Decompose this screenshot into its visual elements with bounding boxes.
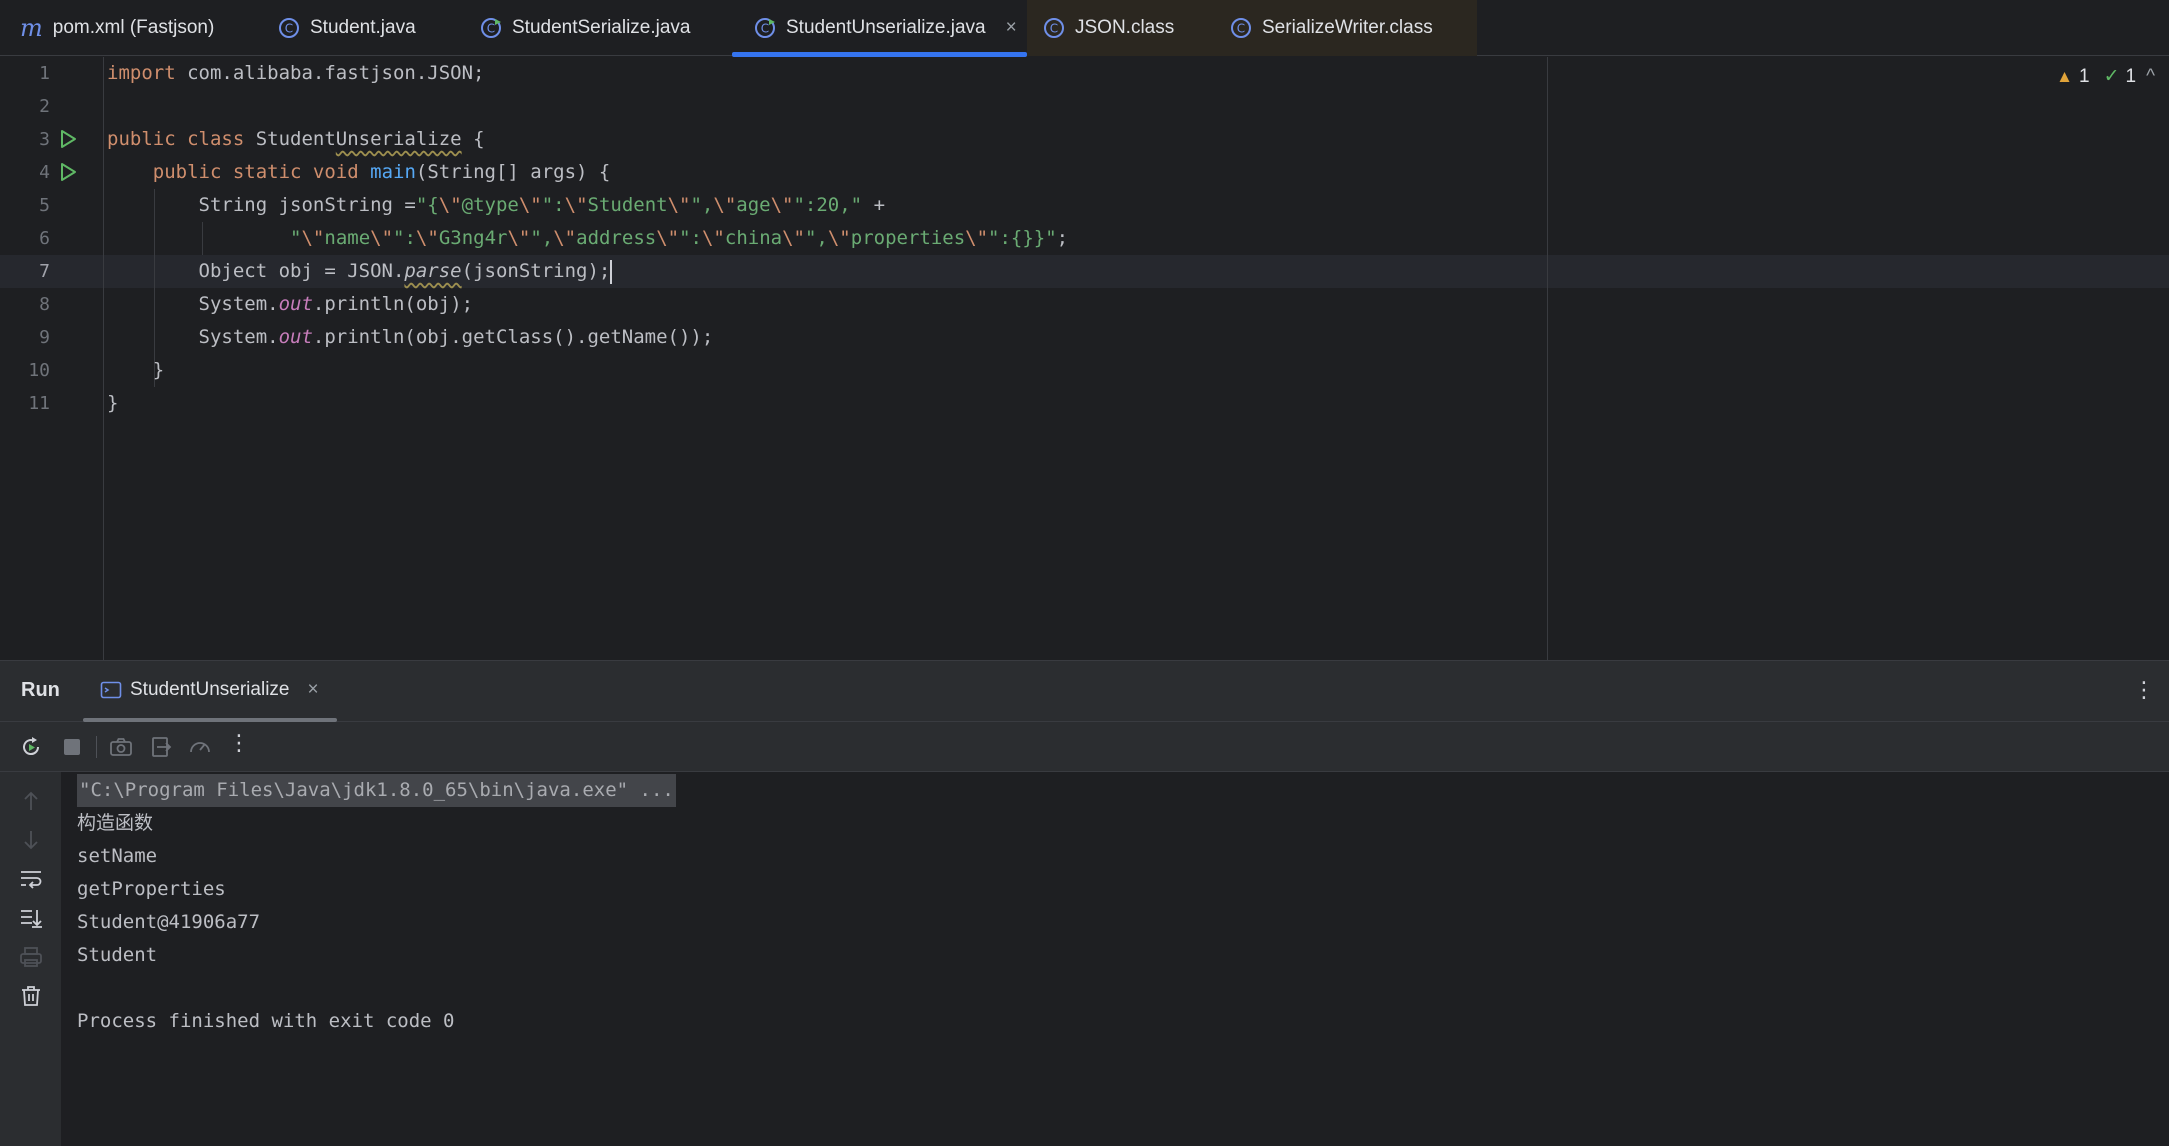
editor-tab-bar: m pom.xml (Fastjson) C Student.java C St…: [0, 0, 2169, 57]
text-caret: [610, 259, 613, 284]
class-icon: C: [279, 18, 299, 38]
tab-student-java[interactable]: C Student.java: [264, 0, 464, 56]
arrow-up-icon[interactable]: [18, 788, 44, 814]
tab-serializewriter-class[interactable]: C SerializeWriter.class: [1212, 0, 1477, 56]
right-margin-guide: [1547, 57, 1548, 660]
trash-icon[interactable]: [18, 983, 44, 1009]
code-line-4: public static void main(String[] args) {: [152, 161, 611, 183]
soft-wrap-icon[interactable]: [18, 866, 44, 892]
more-actions-icon[interactable]: ⋮: [228, 730, 250, 756]
code-line-6: "\"name\"":\"G3ng4r\"",\"address\"":\"ch…: [290, 227, 1069, 249]
line-number: 2: [39, 96, 50, 117]
line-number: 3: [39, 129, 50, 150]
tab-pom-xml[interactable]: m pom.xml (Fastjson): [0, 0, 264, 56]
tab-studentunserialize-java[interactable]: C StudentUnserialize.java ×: [732, 0, 1027, 57]
code-line-3: public class StudentUnserialize {: [107, 128, 485, 150]
tab-json-class[interactable]: C JSON.class: [1027, 0, 1212, 56]
console-line: 构造函数: [77, 812, 154, 834]
rerun-icon[interactable]: [18, 734, 44, 760]
exit-icon[interactable]: [148, 734, 174, 760]
line-number: 11: [28, 393, 50, 414]
svg-text:C: C: [761, 22, 769, 36]
svg-text:C: C: [1237, 22, 1245, 36]
compiled-class-icon: C: [1044, 18, 1064, 38]
more-options-icon[interactable]: ⋮: [2133, 677, 2155, 703]
line-number: 6: [39, 228, 50, 249]
run-side-toolbar: [0, 772, 61, 1146]
tab-label: StudentUnserialize.java: [786, 17, 986, 38]
code-line-5: String jsonString ="{\"@type\"":\"Studen…: [198, 194, 886, 216]
line-number: 10: [28, 360, 50, 381]
print-icon[interactable]: [18, 944, 44, 970]
run-toolbar: ⋮: [0, 722, 2169, 772]
line-number: 1: [39, 63, 50, 84]
profiler-gauge-icon[interactable]: [187, 734, 213, 760]
run-main-icon[interactable]: [58, 162, 78, 182]
code-line-1: import com.alibaba.fastjson.JSON;: [107, 62, 485, 84]
tab-label: SerializeWriter.class: [1262, 17, 1433, 38]
run-config-tab[interactable]: StudentUnserialize ×: [100, 679, 319, 701]
console-line: Process finished with exit code 0: [77, 1010, 455, 1032]
toolbar-separator: [96, 736, 97, 758]
line-number: 7: [39, 261, 50, 282]
chevron-up-icon[interactable]: ^: [2146, 66, 2155, 88]
warning-count: 1: [2079, 65, 2090, 87]
console-line: Student@41906a77: [77, 911, 261, 933]
line-number: 8: [39, 294, 50, 315]
code-line-10: }: [152, 359, 165, 381]
console-line: "C:\Program Files\Java\jdk1.8.0_65\bin\j…: [77, 774, 676, 807]
run-title: Run: [21, 679, 60, 701]
run-tab-label: StudentUnserialize: [130, 679, 290, 700]
tab-label: pom.xml (Fastjson): [52, 17, 215, 38]
inspection-widget[interactable]: ▲ 1 ✓ 1 ^: [2056, 65, 2155, 88]
weak-warning-count: 1: [2125, 65, 2137, 87]
stop-icon[interactable]: [59, 734, 85, 760]
code-editor[interactable]: 1 2 3 4 5 6 7 8 9 10 11 import com.aliba…: [0, 57, 2169, 660]
check-icon: ✓: [2103, 66, 2120, 87]
code-line-8: System.out.println(obj);: [198, 293, 474, 315]
maven-icon: m: [20, 14, 43, 42]
camera-icon[interactable]: [108, 734, 134, 760]
scroll-to-end-icon[interactable]: [18, 905, 44, 931]
close-icon[interactable]: ×: [1006, 17, 1017, 39]
tab-label: JSON.class: [1075, 17, 1175, 38]
warning-icon: ▲: [2056, 66, 2073, 86]
code-line-7: Object obj = JSON.parse(jsonString);: [198, 259, 613, 284]
console-line: Student: [77, 944, 158, 966]
run-console[interactable]: "C:\Program Files\Java\jdk1.8.0_65\bin\j…: [61, 772, 2169, 1146]
console-icon: [100, 681, 122, 699]
tab-studentserialize-java[interactable]: C StudentSerialize.java: [464, 0, 732, 56]
svg-text:C: C: [285, 22, 293, 36]
close-icon[interactable]: ×: [307, 679, 318, 701]
runnable-class-icon: C: [755, 18, 775, 38]
code-line-11: }: [107, 392, 119, 414]
tab-label: StudentSerialize.java: [512, 17, 691, 38]
run-tool-window-header: Run StudentUnserialize × ⋮: [0, 660, 2169, 722]
line-number: 4: [39, 162, 50, 183]
line-number: 5: [39, 195, 50, 216]
compiled-class-icon: C: [1231, 18, 1251, 38]
arrow-down-icon[interactable]: [18, 827, 44, 853]
svg-text:C: C: [487, 22, 495, 36]
console-line: getProperties: [77, 878, 226, 900]
svg-text:C: C: [1050, 22, 1058, 36]
run-class-icon[interactable]: [58, 129, 78, 149]
runnable-class-icon: C: [481, 18, 501, 38]
console-line: setName: [77, 845, 158, 867]
line-number: 9: [39, 327, 50, 348]
code-line-9: System.out.println(obj.getClass().getNam…: [198, 326, 714, 348]
tab-label: Student.java: [310, 17, 416, 38]
